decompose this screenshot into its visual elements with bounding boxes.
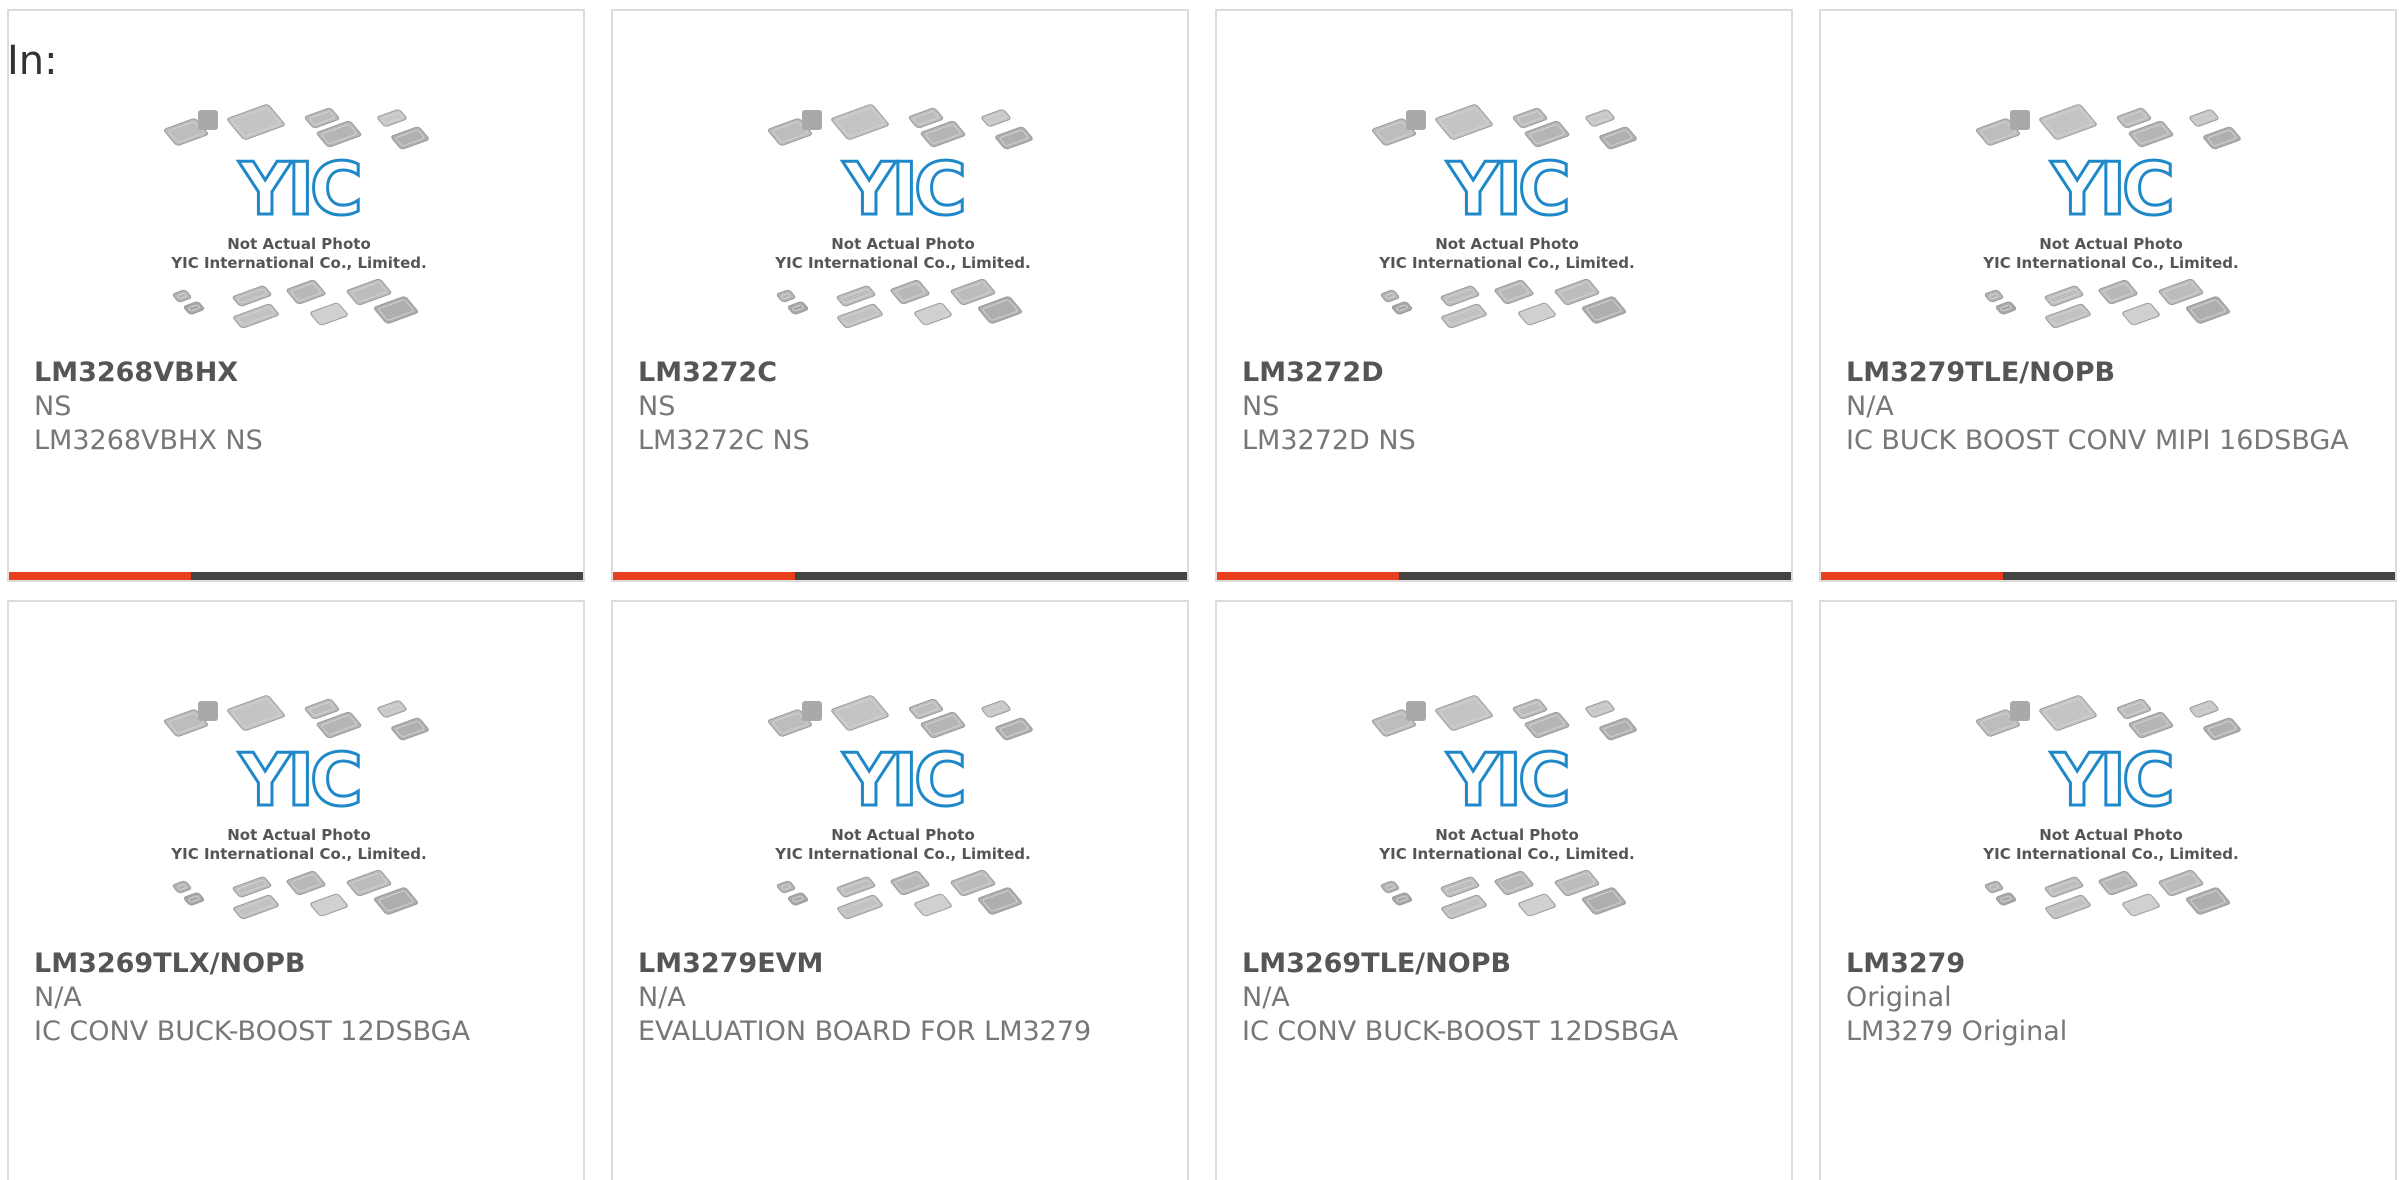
description: LM3279 Original	[1846, 1016, 2068, 1047]
product-image[interactable]: YIC Not Actual Photo YIC International Co.…	[768, 96, 1038, 346]
svg-text:YIC: YIC	[238, 147, 359, 231]
svg-text:Not Actual Photo: Not Actual Photo	[1435, 826, 1579, 844]
product-card[interactable]: YIC Not Actual Photo YIC International Co.…	[1819, 9, 2397, 582]
manufacturer: NS	[34, 391, 72, 422]
product-image[interactable]: YIC Not Actual Photo YIC International Co.…	[768, 687, 1038, 937]
product-card[interactable]: YIC Not Actual Photo YIC International Co.…	[611, 9, 1189, 582]
part-number-link[interactable]: LM3279TLE/NOPB	[1846, 356, 2366, 390]
description: IC CONV BUCK-BOOST 12DSBGA	[34, 1016, 471, 1047]
part-number-link[interactable]: LM3268VBHX	[34, 356, 554, 390]
description: IC CONV BUCK-BOOST 12DSBGA	[1242, 1016, 1679, 1047]
svg-text:Not Actual Photo: Not Actual Photo	[2039, 235, 2183, 253]
svg-text:Not Actual Photo: Not Actual Photo	[831, 826, 975, 844]
svg-text:YIC: YIC	[238, 738, 359, 822]
product-image[interactable]: YIC Not Actual Photo YIC International Co.…	[1976, 687, 2246, 937]
placeholder-image: YIC Not Actual PhotoYIC International Co.…	[768, 104, 1033, 329]
placeholder-image: YIC Not Actual PhotoYIC International Co.…	[164, 104, 429, 329]
manufacturer: Original	[1846, 982, 1952, 1013]
product-card[interactable]: YIC Not Actual Photo YIC International Co.…	[7, 600, 585, 1180]
placeholder-image: YIC Not Actual PhotoYIC International Co.…	[1976, 104, 2241, 329]
svg-text:YIC: YIC	[842, 738, 963, 822]
product-card[interactable]: YIC Not Actual Photo YIC International Co.…	[611, 600, 1189, 1180]
card-bar	[613, 572, 1187, 580]
svg-text:YIC: YIC	[2050, 147, 2171, 231]
card-bar-accent	[1217, 572, 1399, 580]
product-image[interactable]: YIC Not Actual Photo YIC International Co.…	[1372, 687, 1642, 937]
product-grid: YIC Not Actual Photo YIC International Co.…	[0, 0, 2400, 1180]
product-image[interactable]: YIC Not Actual Photo YIC International Co.…	[1372, 96, 1642, 346]
card-bar-accent	[1821, 572, 2003, 580]
manufacturer: N/A	[34, 982, 82, 1013]
product-card[interactable]: YIC Not Actual Photo YIC International Co.…	[7, 9, 585, 582]
placeholder-image: YIC Not Actual PhotoYIC International Co.…	[1976, 695, 2241, 920]
svg-text:YIC: YIC	[2050, 738, 2171, 822]
svg-text:Not Actual Photo: Not Actual Photo	[227, 826, 371, 844]
placeholder-image: YIC Not Actual PhotoYIC International Co.…	[1372, 104, 1637, 329]
card-bar	[1217, 572, 1791, 580]
part-number-link[interactable]: LM3269TLE/NOPB	[1242, 947, 1762, 981]
product-image[interactable]: YIC Not Actual Photo YIC International Co.…	[164, 96, 434, 346]
svg-text:YIC: YIC	[842, 147, 963, 231]
card-bar-accent	[613, 572, 795, 580]
manufacturer: N/A	[1242, 982, 1290, 1013]
svg-text:YIC International Co., Limited: YIC International Co., Limited.	[170, 845, 426, 863]
svg-text:Not Actual Photo: Not Actual Photo	[227, 235, 371, 253]
description: LM3272D NS	[1242, 425, 1416, 456]
svg-text:Not Actual Photo: Not Actual Photo	[1435, 235, 1579, 253]
svg-text:Not Actual Photo: Not Actual Photo	[2039, 826, 2183, 844]
svg-text:YIC International Co., Limited: YIC International Co., Limited.	[170, 254, 426, 272]
product-card[interactable]: YIC Not Actual Photo YIC International Co.…	[1215, 9, 1793, 582]
in-label: In:	[7, 38, 58, 84]
manufacturer: N/A	[1846, 391, 1894, 422]
card-bar	[9, 572, 583, 580]
svg-text:YIC International Co., Limited: YIC International Co., Limited.	[774, 254, 1030, 272]
placeholder-image: YIC Not Actual PhotoYIC International Co.…	[164, 695, 429, 920]
part-number-link[interactable]: LM3272D	[1242, 356, 1762, 390]
placeholder-image: YIC Not Actual PhotoYIC International Co.…	[768, 695, 1033, 920]
part-number-link[interactable]: LM3279	[1846, 947, 2366, 981]
product-card[interactable]: YIC Not Actual Photo YIC International Co.…	[1819, 600, 2397, 1180]
part-number-link[interactable]: LM3279EVM	[638, 947, 1158, 981]
svg-text:YIC: YIC	[1446, 147, 1567, 231]
manufacturer: NS	[638, 391, 676, 422]
product-image[interactable]: YIC Not Actual Photo YIC International Co.…	[1976, 96, 2246, 346]
placeholder-image: YIC Not Actual PhotoYIC International Co.…	[1372, 695, 1637, 920]
manufacturer: NS	[1242, 391, 1280, 422]
svg-text:YIC International Co., Limited: YIC International Co., Limited.	[774, 845, 1030, 863]
product-card[interactable]: YIC Not Actual Photo YIC International Co.…	[1215, 600, 1793, 1180]
svg-text:Not Actual Photo: Not Actual Photo	[831, 235, 975, 253]
svg-text:YIC International Co., Limited: YIC International Co., Limited.	[1982, 845, 2238, 863]
card-bar	[1821, 572, 2395, 580]
card-bar-accent	[9, 572, 191, 580]
svg-text:YIC International Co., Limited: YIC International Co., Limited.	[1982, 254, 2238, 272]
description: EVALUATION BOARD FOR LM3279	[638, 1016, 1092, 1047]
product-image[interactable]: YIC Not Actual Photo YIC International Co.…	[164, 687, 434, 937]
part-number-link[interactable]: LM3269TLX/NOPB	[34, 947, 554, 981]
description: LM3268VBHX NS	[34, 425, 263, 456]
svg-text:YIC International Co., Limited: YIC International Co., Limited.	[1378, 254, 1634, 272]
svg-text:YIC: YIC	[1446, 738, 1567, 822]
manufacturer: N/A	[638, 982, 686, 1013]
description: IC BUCK BOOST CONV MIPI 16DSBGA	[1846, 425, 2349, 456]
part-number-link[interactable]: LM3272C	[638, 356, 1158, 390]
svg-text:YIC International Co., Limited: YIC International Co., Limited.	[1378, 845, 1634, 863]
description: LM3272C NS	[638, 425, 810, 456]
